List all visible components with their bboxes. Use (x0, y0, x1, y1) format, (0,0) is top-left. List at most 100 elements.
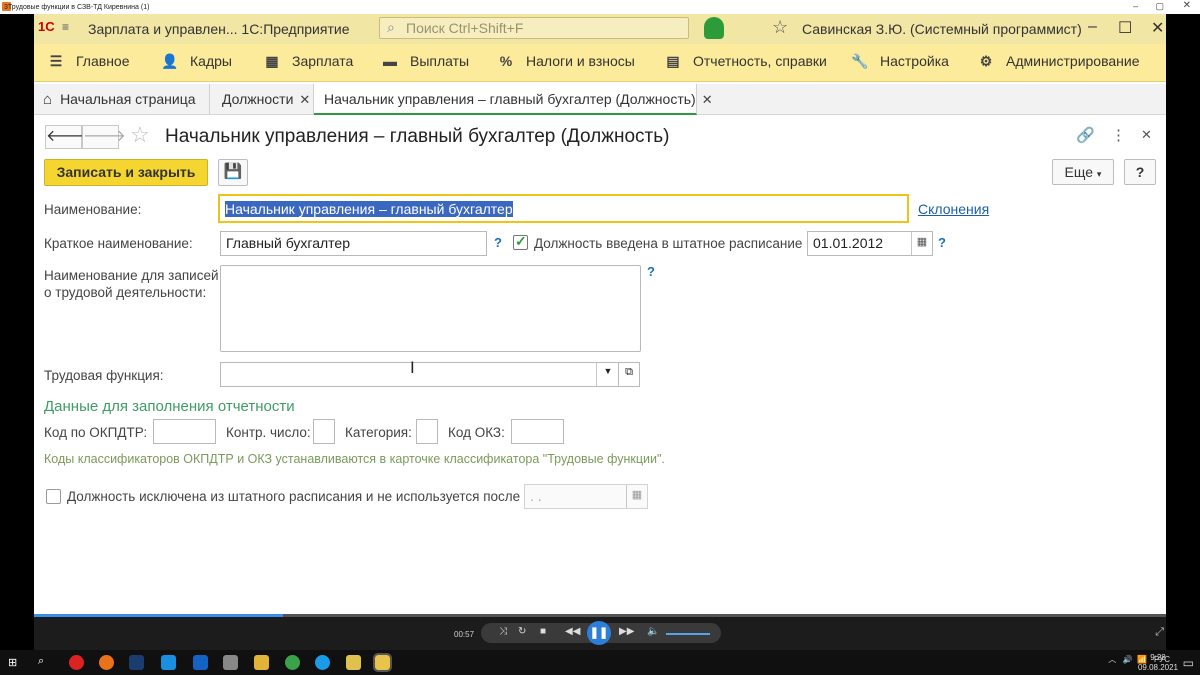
pause-button[interactable]: ❚❚ (587, 621, 611, 645)
app-icon[interactable] (223, 655, 238, 670)
favorite-star-icon[interactable]: ☆ (130, 122, 150, 148)
menu-item-salary[interactable]: ▦ Зарплата (262, 53, 353, 70)
report-icon: ▤ (666, 53, 680, 69)
checkmark-icon: ✓ (515, 233, 527, 249)
app-minimize-icon[interactable]: – (1088, 18, 1097, 36)
okpdtr-input[interactable] (153, 419, 216, 444)
repeat-icon[interactable]: ↻ (518, 626, 526, 637)
hamburger-icon: ☰ (49, 53, 63, 69)
player-time: 00:57 (454, 630, 475, 639)
work-record-textarea[interactable] (220, 265, 641, 352)
menu-item-payments[interactable]: ▬ Выплаты (380, 53, 469, 69)
staffing-help-icon[interactable]: ? (938, 235, 946, 250)
notifications-icon[interactable]: ▭ (1183, 656, 1194, 670)
more-vertical-icon[interactable]: ⋮ (1111, 126, 1126, 144)
main-menu: ☰ Главное 👤 Кадры ▦ Зарплата ▬ Выплаты % Нало… (34, 44, 1166, 82)
short-name-help-icon[interactable]: ? (494, 235, 502, 250)
menu-item-settings[interactable]: 🔧 Настройка (850, 53, 949, 70)
volume-icon[interactable]: 🔈 (647, 626, 659, 637)
name-input[interactable]: Начальник управления – главный бухгалтер (218, 194, 909, 223)
menu-item-administration[interactable]: ⚙ Администрирование (976, 53, 1140, 70)
menu-item-hr[interactable]: 👤 Кадры (160, 53, 232, 70)
staffing-checkbox[interactable]: ✓ (513, 233, 528, 250)
player-window-title: 3Трудовые функции в СЗВ-ТД Киревнина (1) (4, 4, 150, 11)
labor-function-label: Трудовая функция: (44, 368, 164, 383)
wrench-icon: 🔧 (851, 53, 869, 69)
more-menu-button[interactable]: Еще ▾ (1052, 159, 1114, 185)
staffing-date-input[interactable]: 01.01.2012 ▦ (807, 231, 933, 256)
dropdown-arrow-icon[interactable]: ▼ (596, 362, 620, 387)
rewind-icon[interactable]: ◀◀ (565, 626, 580, 637)
file-explorer-icon[interactable] (254, 655, 269, 670)
forward-button[interactable]: 🡒 (82, 125, 126, 149)
control-number-input[interactable] (313, 419, 335, 444)
arrow-right-icon: 🡒 (83, 128, 126, 145)
fullscreen-icon[interactable]: ⤢ (1155, 626, 1164, 639)
menu-icon[interactable]: ≡ (62, 20, 69, 34)
minimize-icon[interactable]: – (1133, 1, 1138, 11)
media-player-icon[interactable] (373, 653, 392, 672)
current-user: Савинская З.Ю. (Системный программист) (802, 21, 1082, 37)
calendar-icon[interactable]: ▦ (626, 485, 647, 508)
volume-slider[interactable] (666, 633, 710, 635)
labor-function-input[interactable] (220, 362, 620, 387)
excluded-checkbox[interactable] (46, 489, 61, 504)
tab-home[interactable]: ⌂ Начальная страница (34, 84, 210, 115)
menu-item-taxes[interactable]: % Налоги и взносы (496, 53, 635, 69)
okz-input[interactable] (511, 419, 564, 444)
save-and-close-button[interactable]: Записать и закрыть (44, 159, 208, 186)
form-close-icon[interactable]: ✕ (1141, 127, 1152, 143)
app-maximize-icon[interactable]: ☐ (1118, 18, 1132, 38)
close-tab-icon[interactable]: ✕ (702, 92, 713, 107)
menu-item-main[interactable]: ☰ Главное (46, 53, 130, 70)
close-tab-icon[interactable]: ✕ (299, 92, 310, 107)
home-icon: ⌂ (43, 91, 53, 108)
opera-icon[interactable] (69, 655, 84, 670)
help-button[interactable]: ? (1124, 159, 1156, 185)
windows-start-icon[interactable]: ⊞ (8, 656, 17, 669)
taskbar: ⊞ ⌕ ︿ 🔊 📶 РУС 9:28 09.08.2021 ▭ (0, 650, 1200, 675)
chrome-icon[interactable] (285, 655, 300, 670)
form-title: Начальник управления – главный бухгалтер… (165, 126, 670, 147)
outlook-icon[interactable] (193, 655, 208, 670)
skype-icon[interactable] (161, 655, 176, 670)
clock[interactable]: 9:28 09.08.2021 (1138, 653, 1178, 673)
declensions-link[interactable]: Склонения (918, 201, 989, 217)
percent-icon: % (499, 53, 513, 69)
app-window: 1C ≡ Зарплата и управлен... 1С:Предприят… (34, 14, 1166, 614)
back-button[interactable]: 🡐 (45, 125, 89, 149)
folder-icon[interactable] (346, 655, 361, 670)
maximize-icon[interactable]: ▢ (1155, 1, 1164, 12)
category-input[interactable] (416, 419, 438, 444)
volume-tray-icon[interactable]: 🔊 (1123, 655, 1133, 664)
menu-item-reports[interactable]: ▤ Отчетность, справки (663, 53, 827, 70)
tab-positions[interactable]: Должности ✕ (210, 84, 314, 115)
staffing-checkbox-label: Должность введена в штатное расписание (534, 236, 803, 251)
edge-icon[interactable] (315, 655, 330, 670)
calculator-icon: ▦ (265, 53, 279, 69)
fast-forward-icon[interactable]: ▶▶ (619, 626, 634, 637)
notification-bell-icon[interactable] (704, 17, 724, 39)
excluded-date-input[interactable]: . . ▦ (524, 484, 648, 509)
chevron-up-icon[interactable]: ︿ (1108, 655, 1116, 664)
favorites-star-icon[interactable]: ☆ (772, 17, 788, 38)
tab-position-card[interactable]: Начальник управления – главный бухгалтер… (314, 84, 713, 115)
global-search-input[interactable]: ⌕ Поиск Ctrl+Shift+F (379, 17, 689, 39)
app-icon[interactable] (129, 655, 144, 670)
gear-icon: ⚙ (979, 53, 993, 69)
work-record-help-icon[interactable]: ? (647, 264, 655, 279)
dropdown-arrow-icon: ▾ (1096, 169, 1102, 179)
open-item-icon[interactable]: ⧉ (618, 362, 640, 387)
firefox-icon[interactable] (99, 655, 114, 670)
save-button[interactable]: 💾 (218, 159, 248, 186)
player-controls: 00:57 ⤨ ↻ ■ ◀◀ ❚❚ ▶▶ 🔈 ⤢ (34, 614, 1166, 650)
short-name-input[interactable]: Главный бухгалтер (220, 231, 487, 256)
link-icon[interactable]: 🔗 (1076, 126, 1095, 144)
stop-icon[interactable]: ■ (540, 626, 546, 637)
taskbar-search-icon[interactable]: ⌕ (38, 655, 44, 668)
close-icon[interactable]: ✕ (1183, 0, 1191, 11)
calendar-icon[interactable]: ▦ (911, 232, 932, 255)
app-close-icon[interactable]: ✕ (1151, 18, 1164, 38)
shuffle-icon[interactable]: ⤨ (499, 626, 507, 637)
short-name-label: Краткое наименование: (44, 236, 193, 251)
